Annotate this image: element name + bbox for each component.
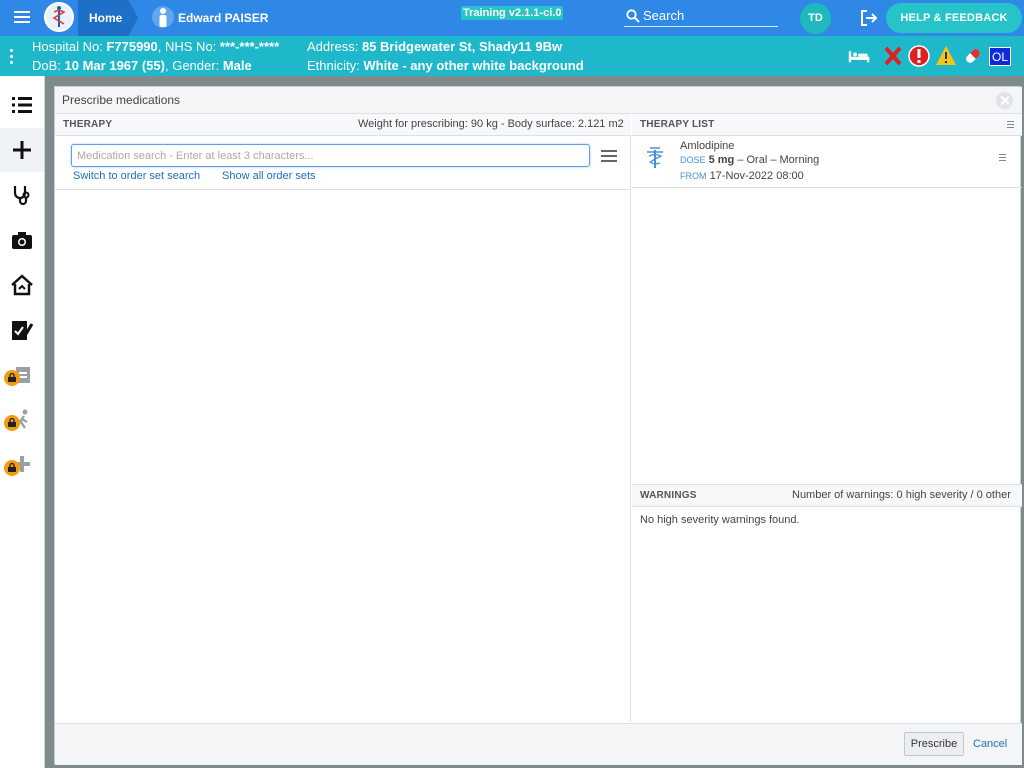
banner-ids: Hospital No: F775990, NHS No: ***-***-**…	[32, 39, 280, 54]
address-label: Address:	[307, 39, 359, 54]
main-menu-icon[interactable]	[14, 11, 30, 25]
drug-name: Amlodipine	[680, 140, 735, 152]
version-badge: Training v2.1.1-ci.0	[461, 6, 564, 20]
alert-icon[interactable]	[908, 44, 930, 68]
ethnicity: White - any other white background	[363, 58, 584, 73]
dose-tag: DOSE	[680, 155, 706, 165]
dob: 10 Mar 1967 (55)	[64, 58, 165, 73]
patient-person-icon	[152, 6, 174, 28]
nhs-no: ***-***-****	[219, 39, 280, 54]
ethnicity-label: Ethnicity:	[307, 58, 360, 73]
route-time: – Oral – Morning	[737, 154, 820, 166]
from-date: 17-Nov-2022 08:00	[709, 170, 804, 182]
therapy-list-header: THERAPY LIST	[632, 114, 1022, 136]
therapy-list-title: THERAPY LIST	[640, 119, 715, 130]
pill-icon[interactable]	[962, 44, 984, 68]
warnings-title: WARNINGS	[640, 490, 697, 501]
therapy-section-header: THERAPY Weight for prescribing: 90 kg - …	[55, 114, 631, 136]
banner-dob-gender: DoB: 10 Mar 1967 (55), Gender: Male	[32, 58, 252, 73]
hospital-no-label: Hospital No:	[32, 39, 103, 54]
therapy-list-menu-icon[interactable]	[1007, 121, 1014, 129]
therapy-section-title: THERAPY	[63, 119, 113, 130]
home-icon	[11, 274, 33, 296]
app-logo-icon[interactable]	[44, 2, 74, 32]
banner-status-icons: OL	[848, 44, 1020, 68]
patient-name[interactable]: Edward PAISER	[178, 11, 268, 25]
banner-ethnicity: Ethnicity: White - any other white backg…	[307, 58, 584, 73]
dob-label: DoB:	[32, 58, 61, 73]
sidebar-item-clinical[interactable]	[0, 173, 44, 217]
weight-info: Weight for prescribing: 90 kg - Body sur…	[358, 118, 624, 130]
stethoscope-icon	[13, 186, 30, 206]
therapy-item-menu-icon[interactable]	[999, 154, 1006, 162]
sidebar-item-overview[interactable]	[0, 83, 44, 127]
plus-icon	[13, 141, 31, 159]
close-icon[interactable]	[996, 92, 1013, 109]
nhs-no-label: NHS No:	[165, 39, 217, 54]
warnings-count: Number of warnings: 0 high severity / 0 …	[792, 489, 1011, 501]
bed-icon[interactable]	[848, 44, 870, 68]
warnings-message: No high severity warnings found.	[640, 514, 800, 526]
search-icon	[626, 9, 640, 23]
sidebar-item-locked-2[interactable]	[0, 398, 44, 442]
sidebar	[0, 76, 45, 768]
sidebar-item-add[interactable]	[0, 128, 44, 172]
dose-line: DOSE 5 mg – Oral – Morning	[680, 154, 819, 166]
lock-icon	[4, 460, 20, 476]
list-icon	[12, 97, 32, 113]
ol-badge[interactable]: OL	[989, 47, 1011, 66]
dialog-title: Prescribe medications	[62, 93, 181, 107]
search-label: Search	[643, 8, 685, 23]
sidebar-item-media[interactable]	[0, 218, 44, 262]
red-x-icon[interactable]	[882, 44, 904, 68]
warnings-panel: WARNINGS Number of warnings: 0 high seve…	[632, 484, 1022, 722]
banner-address: Address: 85 Bridgewater St, Shady11 9Bw	[307, 39, 562, 54]
show-all-order-sets-link[interactable]: Show all order sets	[222, 170, 316, 182]
medication-search-area: Switch to order set search Show all orde…	[55, 136, 631, 190]
dose-value: 5 mg	[708, 154, 735, 166]
gender: Male	[222, 58, 252, 73]
dialog-header: Prescribe medications	[55, 87, 1022, 114]
sidebar-item-home[interactable]	[0, 263, 44, 307]
switch-order-set-link[interactable]: Switch to order set search	[73, 170, 200, 182]
patient-banner: Hospital No: F775990, NHS No: ***-***-**…	[0, 36, 1024, 76]
prescribe-medications-dialog: Prescribe medications THERAPY Weight for…	[54, 86, 1022, 765]
hospital-no: F775990	[106, 39, 158, 54]
therapy-pane: THERAPY Weight for prescribing: 90 kg - …	[55, 114, 631, 722]
lock-icon	[4, 415, 20, 431]
lock-icon	[4, 370, 20, 386]
help-feedback-button[interactable]: HELP & FEEDBACK	[886, 3, 1022, 33]
medication-search-input[interactable]	[71, 144, 590, 167]
from-tag: FROM	[680, 171, 707, 181]
gender-label: Gender:	[172, 58, 220, 73]
medication-rx-icon	[647, 147, 663, 168]
sidebar-item-locked-1[interactable]	[0, 353, 44, 397]
dialog-footer: Prescribe Cancel	[55, 723, 1022, 765]
prescribe-button[interactable]: Prescribe	[904, 732, 964, 756]
top-bar: Home Edward PAISER Training v2.1.1-ci.0 …	[0, 0, 1024, 36]
user-avatar[interactable]: TD	[800, 3, 831, 34]
address: 85 Bridgewater St, Shady11 9Bw	[361, 39, 563, 54]
from-line: FROM 17-Nov-2022 08:00	[680, 170, 804, 182]
banner-menu-icon[interactable]	[10, 49, 14, 65]
home-breadcrumb-label[interactable]: Home	[89, 11, 122, 25]
cancel-button[interactable]: Cancel	[973, 738, 1007, 750]
logout-icon[interactable]	[859, 8, 879, 28]
search-options-menu-icon[interactable]	[601, 150, 617, 162]
sidebar-item-notes[interactable]	[0, 308, 44, 352]
edit-document-icon	[12, 321, 34, 340]
camera-icon	[12, 232, 32, 249]
warnings-header: WARNINGS Number of warnings: 0 high seve…	[632, 485, 1022, 507]
global-search[interactable]: Search	[624, 6, 778, 27]
therapy-list-item[interactable]: Amlodipine DOSE 5 mg – Oral – Morning FR…	[632, 136, 1022, 188]
sidebar-item-locked-3[interactable]	[0, 443, 44, 487]
warning-icon[interactable]	[935, 44, 957, 68]
therapy-list-pane: THERAPY LIST Amlodipine DOSE 5 mg – Oral…	[632, 114, 1022, 722]
